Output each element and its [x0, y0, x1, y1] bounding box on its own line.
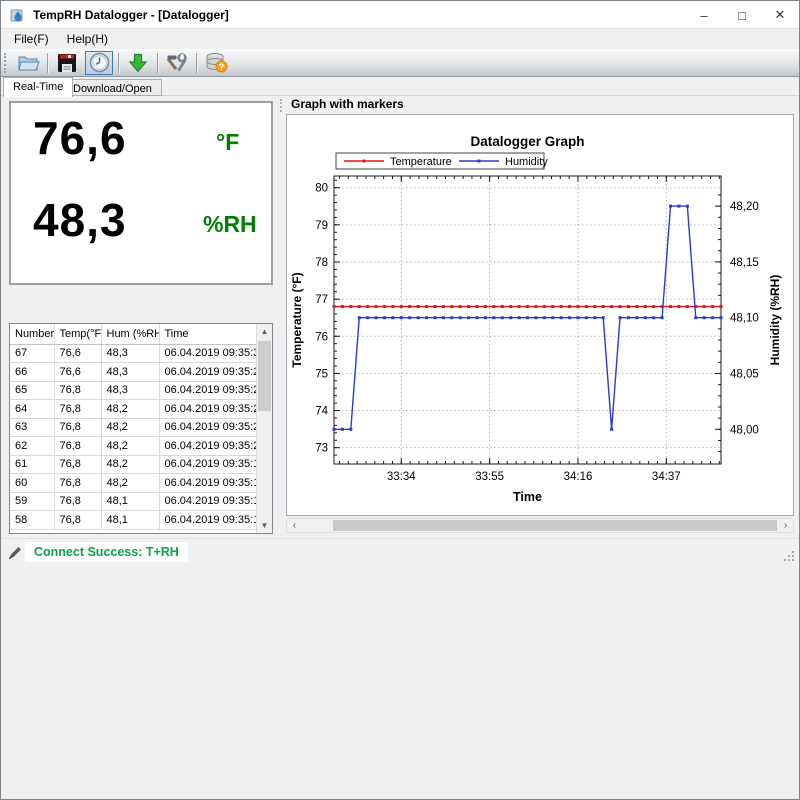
- table-row[interactable]: 6476,848,206.04.2019 09:35:25: [10, 400, 256, 419]
- save-button[interactable]: [53, 51, 81, 75]
- maximize-button[interactable]: □: [723, 1, 761, 29]
- tools-icon: [166, 53, 188, 73]
- resize-grip-icon[interactable]: [784, 551, 795, 562]
- svg-text:76: 76: [315, 331, 328, 343]
- svg-text:48,15: 48,15: [730, 257, 759, 269]
- scroll-down-icon[interactable]: ▼: [257, 518, 272, 533]
- readings-table-panel: NumberTemp(°F)Hum (%RH)Time 6776,648,306…: [9, 323, 273, 534]
- svg-text:74: 74: [315, 406, 328, 418]
- column-header[interactable]: Temp(°F): [54, 324, 101, 344]
- folder-open-icon: [17, 53, 40, 73]
- svg-text:48,10: 48,10: [730, 313, 759, 325]
- table-row[interactable]: 6676,648,306.04.2019 09:35:29: [10, 363, 256, 382]
- database-help-icon: ?: [205, 52, 228, 73]
- svg-text:80: 80: [315, 183, 328, 195]
- svg-text:Temperature (°F): Temperature (°F): [290, 272, 304, 367]
- table-row[interactable]: 6376,848,206.04.2019 09:35:23: [10, 418, 256, 437]
- toolbar-separator: [118, 53, 119, 73]
- temperature-unit: °F: [216, 129, 239, 156]
- datalogger-chart: 33:34 33:55 34:16 34:37 73 74 75 76 77 78 79 80 48,0…: [287, 115, 793, 515]
- svg-text:48,00: 48,00: [730, 424, 759, 436]
- menu-help[interactable]: Help(H): [58, 30, 117, 48]
- scroll-right-icon[interactable]: ›: [778, 519, 793, 532]
- svg-text:77: 77: [315, 294, 328, 306]
- table-vertical-scrollbar[interactable]: ▲ ▼: [256, 324, 272, 533]
- table-row[interactable]: 6776,648,306.04.2019 09:35:31: [10, 344, 256, 363]
- download-data-button[interactable]: [124, 51, 152, 75]
- status-bar: Connect Success: T+RH: [1, 538, 799, 566]
- title-bar: TempRH Datalogger - [Datalogger] – □ ✕: [1, 1, 799, 29]
- toolbar-separator: [157, 53, 158, 73]
- svg-text:48,05: 48,05: [730, 369, 759, 381]
- column-header[interactable]: Time: [159, 324, 256, 344]
- clock-icon: [89, 52, 110, 73]
- table-row[interactable]: 6176,848,206.04.2019 09:35:18: [10, 455, 256, 474]
- chart-horizontal-scrollbar[interactable]: ‹ ›: [286, 518, 794, 533]
- svg-text:75: 75: [315, 368, 328, 380]
- scroll-left-icon[interactable]: ‹: [287, 519, 302, 532]
- table-row[interactable]: 6276,848,206.04.2019 09:35:21: [10, 437, 256, 456]
- toolbar-grip[interactable]: [4, 53, 8, 73]
- tab-real-time[interactable]: Real-Time: [3, 77, 73, 97]
- svg-text:78: 78: [315, 257, 328, 269]
- svg-text:Time: Time: [513, 490, 542, 504]
- svg-text:79: 79: [315, 220, 328, 232]
- open-file-button[interactable]: [14, 51, 42, 75]
- svg-text:34:37: 34:37: [652, 471, 681, 483]
- table-header-row: NumberTemp(°F)Hum (%RH)Time: [10, 324, 256, 344]
- svg-text:Humidity: Humidity: [505, 156, 548, 168]
- svg-text:48,20: 48,20: [730, 201, 759, 213]
- svg-text:73: 73: [315, 443, 328, 455]
- readout-panel: 76,6 °F 48,3 %RH: [9, 101, 273, 285]
- svg-text:Temperature: Temperature: [390, 156, 452, 168]
- table-row[interactable]: 5876,848,106.04.2019 09:35:12: [10, 511, 256, 530]
- readings-table: NumberTemp(°F)Hum (%RH)Time 6776,648,306…: [10, 324, 256, 533]
- svg-text:33:34: 33:34: [387, 471, 416, 483]
- table-row[interactable]: 5976,848,106.04.2019 09:35:14: [10, 492, 256, 511]
- chart-scroll-thumb[interactable]: [333, 520, 777, 531]
- graph-panel-grip[interactable]: [280, 99, 283, 112]
- svg-text:Datalogger Graph: Datalogger Graph: [470, 134, 584, 149]
- svg-text:33:55: 33:55: [475, 471, 504, 483]
- table-row[interactable]: 6076,848,206.04.2019 09:35:16: [10, 474, 256, 493]
- table-row[interactable]: 6576,848,306.04.2019 09:35:27: [10, 381, 256, 400]
- humidity-unit: %RH: [203, 211, 257, 238]
- app-icon: [10, 7, 26, 23]
- humidity-value: 48,3: [33, 193, 127, 247]
- svg-text:34:16: 34:16: [564, 471, 593, 483]
- minimize-button[interactable]: –: [685, 1, 723, 29]
- datalog-help-button[interactable]: ?: [202, 51, 230, 75]
- sync-clock-button[interactable]: [85, 51, 113, 75]
- close-button[interactable]: ✕: [761, 1, 799, 29]
- toolbar-separator: [196, 53, 197, 73]
- toolbar: ?: [1, 49, 799, 77]
- window-title: TempRH Datalogger - [Datalogger]: [33, 8, 229, 22]
- temperature-value: 76,6: [33, 111, 127, 165]
- graph-panel: 33:34 33:55 34:16 34:37 73 74 75 76 77 78 79 80 48,0…: [286, 114, 794, 516]
- scroll-up-icon[interactable]: ▲: [257, 324, 272, 339]
- readings-table-body: 6776,648,306.04.2019 09:35:316676,648,30…: [10, 344, 256, 529]
- status-message: Connect Success: T+RH: [25, 542, 188, 562]
- tab-download-open[interactable]: Download/Open: [63, 79, 162, 96]
- settings-button[interactable]: [163, 51, 191, 75]
- svg-text:?: ?: [218, 62, 224, 72]
- column-header[interactable]: Hum (%RH): [101, 324, 159, 344]
- menu-file[interactable]: File(F): [5, 30, 58, 48]
- app-window: TempRH Datalogger - [Datalogger] – □ ✕ F…: [0, 0, 800, 800]
- table-scroll-thumb[interactable]: [258, 341, 271, 411]
- menu-bar: File(F) Help(H): [1, 29, 799, 49]
- save-floppy-icon: [57, 53, 77, 73]
- download-arrow-icon: [128, 53, 148, 73]
- graph-panel-header: Graph with markers: [291, 97, 404, 111]
- tab-strip: Real-Time Download/Open: [1, 77, 799, 96]
- svg-text:Humidity (%RH): Humidity (%RH): [768, 275, 782, 366]
- toolbar-separator: [47, 53, 48, 73]
- column-header[interactable]: Number: [10, 324, 54, 344]
- pencil-icon: [8, 546, 22, 560]
